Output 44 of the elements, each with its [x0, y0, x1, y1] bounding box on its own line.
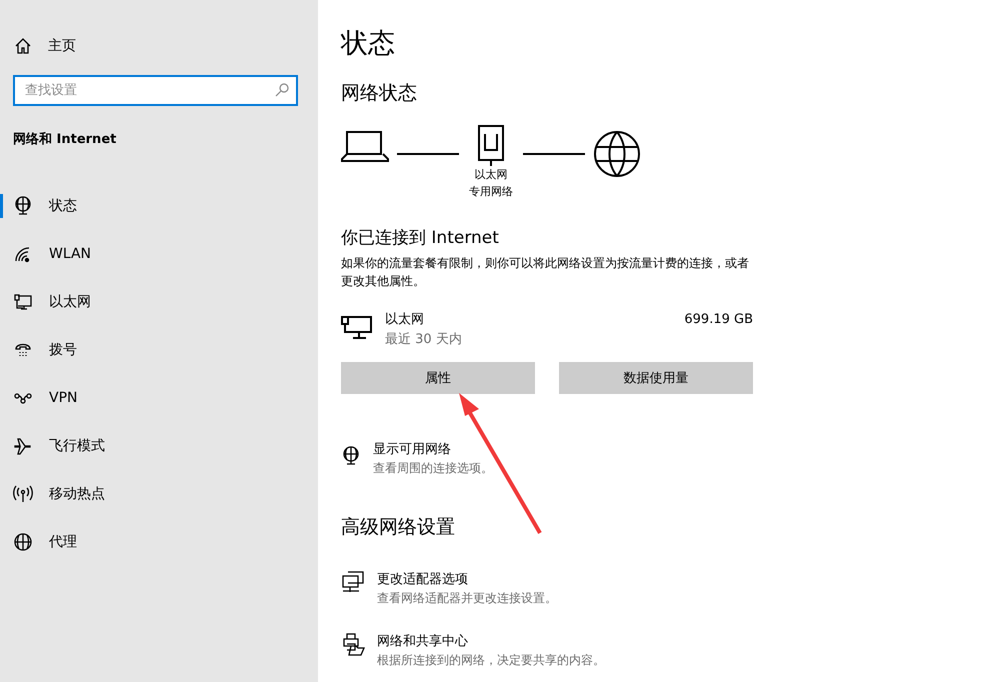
search-field[interactable]: 查找设置	[13, 75, 298, 106]
monitor-network-icon	[341, 570, 365, 594]
hotspot-icon	[13, 484, 33, 504]
section-heading: 高级网络设置	[341, 515, 455, 540]
settings-link[interactable]: 网络和共享中心	[377, 632, 605, 652]
adapter-name: 以太网	[385, 311, 425, 329]
adapter-label: 以太网	[474, 167, 508, 183]
printer-folder-icon	[341, 632, 365, 656]
globe-icon	[13, 532, 33, 552]
search-icon	[275, 83, 289, 97]
show-networks-link[interactable]: 显示可用网络	[373, 440, 493, 460]
nav-item[interactable]: 拨号	[0, 326, 318, 374]
ethernet-icon	[341, 314, 373, 340]
nav-item[interactable]: 状态	[0, 182, 318, 230]
network-type: 专用网络	[469, 184, 513, 200]
connection-heading: 你已连接到 Internet	[341, 227, 499, 250]
nav-item[interactable]: WLAN	[0, 230, 318, 278]
nav-item[interactable]: 代理	[0, 518, 318, 566]
settings-link[interactable]: 更改适配器选项	[377, 570, 557, 590]
properties-button[interactable]: 属性	[341, 362, 535, 394]
nav-item[interactable]: VPN	[0, 374, 318, 422]
usage-period: 最近 30 天内	[385, 331, 463, 349]
home-link[interactable]: 主页	[48, 37, 76, 55]
connection-line	[397, 153, 459, 155]
nav-item[interactable]: 飞行模式	[0, 422, 318, 470]
home-icon	[14, 37, 32, 55]
data-usage: 699.19 GB	[684, 311, 753, 329]
page-title: 状态	[341, 27, 395, 61]
section-heading: 网络状态	[341, 81, 417, 106]
connection-line	[523, 153, 585, 155]
connection-description: 如果你的流量套餐有限制，则你可以将此网络设置为按流量计费的连接，或者更改其他属性。	[341, 255, 750, 290]
airplane-icon	[13, 436, 33, 456]
globe-monitor-icon	[13, 196, 33, 216]
router-icon	[477, 124, 505, 166]
data-usage-button[interactable]: 数据使用量	[559, 362, 753, 394]
link-description: 根据所连接到的网络，决定要共享的内容。	[377, 652, 605, 668]
section-title: 网络和 Internet	[12, 131, 118, 148]
ethernet-icon	[13, 292, 33, 312]
nav-item[interactable]: 移动热点	[0, 470, 318, 518]
nav-item[interactable]: 以太网	[0, 278, 318, 326]
globe-icon	[593, 130, 641, 178]
link-description: 查看网络适配器并更改连接设置。	[377, 590, 557, 606]
globe-monitor-icon	[341, 446, 361, 466]
link-description: 查看周围的连接选项。	[373, 460, 493, 476]
